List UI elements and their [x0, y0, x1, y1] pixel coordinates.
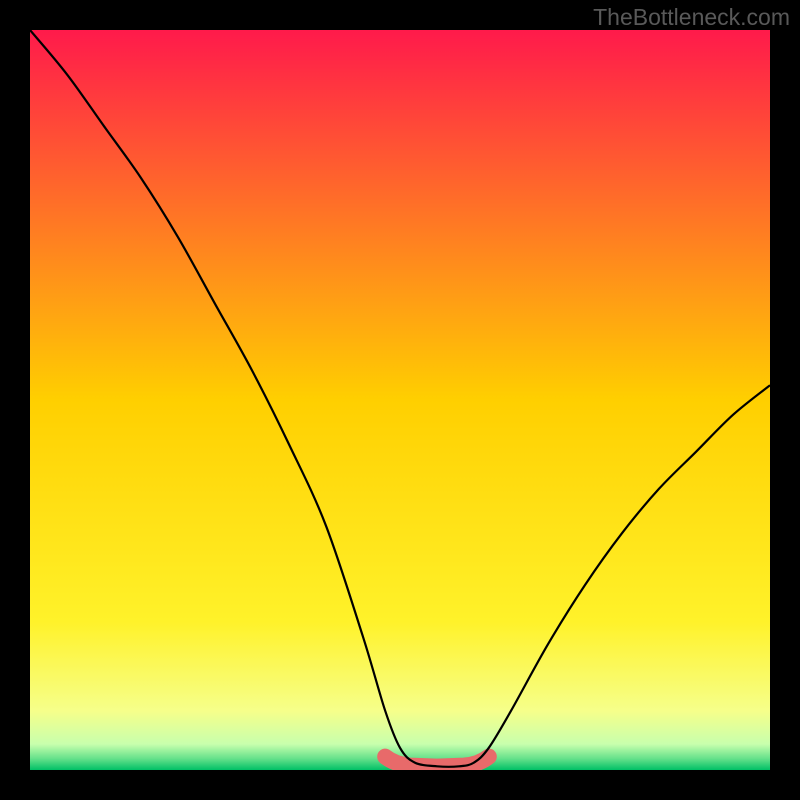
- flat-segment-highlight: [385, 757, 489, 767]
- chart-stage: TheBottleneck.com: [0, 0, 800, 800]
- curve-layer: [30, 30, 770, 770]
- plot-area: [30, 30, 770, 770]
- watermark-text: TheBottleneck.com: [593, 4, 790, 31]
- bottleneck-curve: [30, 30, 770, 767]
